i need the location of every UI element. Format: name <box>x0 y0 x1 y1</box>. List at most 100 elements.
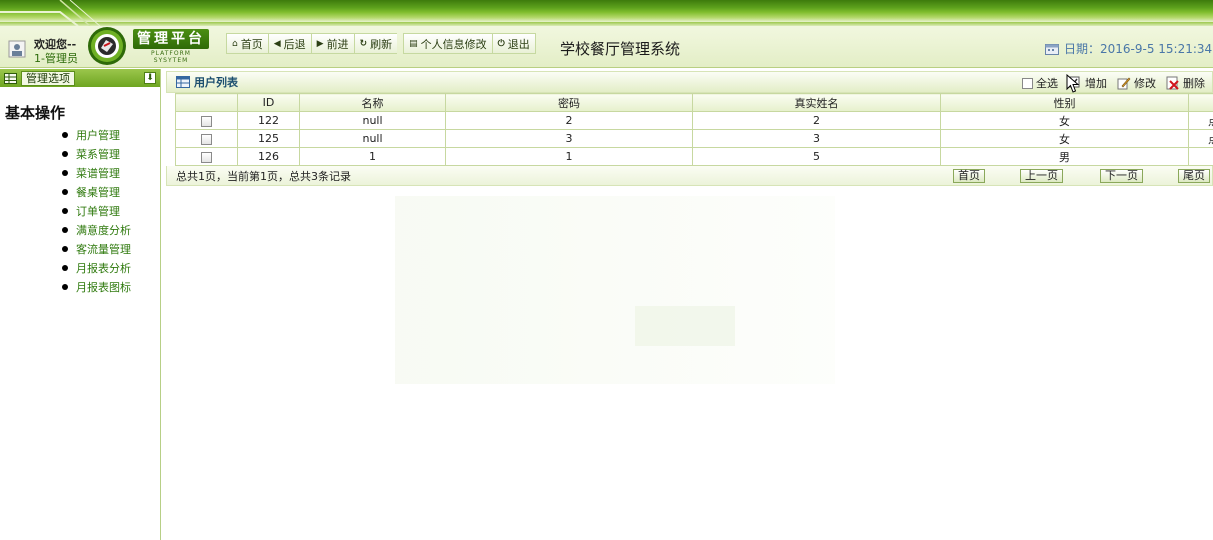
sidebar-item-user-management[interactable]: 用户管理 <box>62 125 160 144</box>
sidebar-item-order-management[interactable]: 订单管理 <box>62 201 160 220</box>
nav-forward-label: 前进 <box>326 37 349 51</box>
cell-role: 点菜人员 <box>1188 129 1213 148</box>
sidebar-item-label[interactable]: 客流量管理 <box>76 241 131 257</box>
nav-home-label: 首页 <box>240 37 263 51</box>
system-title: 学校餐厅管理系统 <box>560 40 681 58</box>
sidebar-item-label[interactable]: 订单管理 <box>76 203 120 219</box>
sidebar-tab-label[interactable]: 管理选项 <box>21 70 75 86</box>
prev-page-button[interactable]: 上一页 <box>1020 169 1063 183</box>
col-header-select <box>175 93 238 112</box>
sidebar-item-menu-management[interactable]: 菜谱管理 <box>62 163 160 182</box>
cell-role: 管理员 <box>1188 147 1213 166</box>
sidebar-item-satisfaction-analysis[interactable]: 满意度分析 <box>62 220 160 239</box>
table-row[interactable]: 126 1 1 5 男 管理员 <box>175 147 1213 166</box>
table-row[interactable]: 122 null 2 2 女 点菜人员 <box>175 111 1213 130</box>
select-all-button[interactable]: 全选 <box>1022 75 1058 91</box>
next-page-button[interactable]: 下一页 <box>1100 169 1143 183</box>
user-avatar-icon <box>8 40 26 58</box>
select-all-checkbox[interactable] <box>1022 77 1033 89</box>
sidebar-item-monthly-report[interactable]: 月报表分析 <box>62 258 160 277</box>
sidebar-item-monthly-chart[interactable]: 月报表图标 <box>62 277 160 296</box>
cell-role: 点菜人员 <box>1188 111 1213 130</box>
pagination-bar: 总共1页，当前第1页，总共3条记录 首页 上一页 下一页 尾页 <box>166 166 1213 186</box>
bullet-icon <box>62 131 68 138</box>
col-header-real-name[interactable]: 真实姓名 <box>692 93 941 112</box>
welcome-box: 欢迎您-- 1-管理员 <box>5 34 83 65</box>
nav-logout-button[interactable]: ⏻ 退出 <box>491 33 536 54</box>
nav-profile-button[interactable]: ▤ 个人信息修改 <box>403 33 492 54</box>
platform-logo: 管理平台 PLATFORM SYSYTEM <box>133 29 209 64</box>
sidebar-item-traffic-management[interactable]: 客流量管理 <box>62 239 160 258</box>
sidebar-item-label[interactable]: 月报表分析 <box>76 260 131 276</box>
header-swoosh-decoration <box>0 0 101 26</box>
sidebar-item-label[interactable]: 满意度分析 <box>76 222 131 238</box>
sidebar-item-label[interactable]: 餐桌管理 <box>76 184 120 200</box>
collapse-arrow-icon[interactable]: ⬇ <box>144 72 156 84</box>
col-header-role[interactable]: 角色 <box>1188 93 1213 112</box>
panel-toolbar: 全选 增加 修改 删除 <box>1022 75 1205 91</box>
sidebar-header: 管理选项 ⬇ <box>0 69 160 87</box>
top-nav: ⌂ 首页 ◀ 后退 ▶ 前进 ↻ 刷新 ▤ 个人信息修改 ⏻ 退出 <box>226 33 536 55</box>
table-row[interactable]: 125 null 3 3 女 点菜人员 <box>175 129 1213 148</box>
bullet-icon <box>62 207 68 214</box>
sidebar: 管理选项 ⬇ 基本操作 用户管理 菜系管理 菜谱管理 餐桌管理 订单管理 满意度… <box>0 69 161 540</box>
col-header-id[interactable]: ID <box>237 93 300 112</box>
sidebar-item-label[interactable]: 菜系管理 <box>76 146 120 162</box>
cell-real-name: 3 <box>692 129 941 148</box>
nav-refresh-button[interactable]: ↻ 刷新 <box>353 33 398 54</box>
cell-password: 2 <box>445 111 693 130</box>
add-label: 增加 <box>1085 77 1107 90</box>
top-header: 欢迎您-- 1-管理员 管理平台 PLATFORM SYSYTEM ⌂ 首页 ◀… <box>0 0 1213 68</box>
row-select-cell <box>175 147 238 166</box>
list-icon: ▤ <box>409 38 418 49</box>
sidebar-item-label[interactable]: 月报表图标 <box>76 279 131 295</box>
edit-button[interactable]: 修改 <box>1117 75 1156 91</box>
row-checkbox[interactable] <box>201 151 212 163</box>
last-page-button[interactable]: 尾页 <box>1178 169 1210 183</box>
sidebar-item-cuisine-management[interactable]: 菜系管理 <box>62 144 160 163</box>
cell-id: 125 <box>237 129 300 148</box>
bullet-icon <box>62 188 68 195</box>
nav-back-button[interactable]: ◀ 后退 <box>267 33 311 54</box>
table-header-row: ID 名称 密码 真实姓名 性别 角色 <box>175 93 1213 112</box>
sidebar-item-table-management[interactable]: 餐桌管理 <box>62 182 160 201</box>
cell-gender: 男 <box>940 147 1189 166</box>
col-header-gender[interactable]: 性别 <box>940 93 1189 112</box>
sidebar-item-label[interactable]: 用户管理 <box>76 127 120 143</box>
select-all-label: 全选 <box>1036 77 1058 90</box>
cell-password: 3 <box>445 129 693 148</box>
nav-refresh-label: 刷新 <box>370 37 393 51</box>
user-table: ID 名称 密码 真实姓名 性别 角色 122 null 2 2 女 点菜人员 … <box>175 93 1213 166</box>
first-page-button[interactable]: 首页 <box>953 169 985 183</box>
date-display: 日期：2016-9-5 15:21:34 <box>1045 40 1212 57</box>
sidebar-item-label[interactable]: 菜谱管理 <box>76 165 120 181</box>
faint-overlay-artifact <box>395 196 835 384</box>
nav-forward-button[interactable]: ▶ 前进 <box>310 33 354 54</box>
bullet-icon <box>62 150 68 157</box>
row-select-cell <box>175 129 238 148</box>
nav-home-button[interactable]: ⌂ 首页 <box>226 33 268 54</box>
home-icon: ⌂ <box>232 38 238 49</box>
row-select-cell <box>175 111 238 130</box>
cell-id: 122 <box>237 111 300 130</box>
platform-logo-icon <box>88 27 126 65</box>
panel-title-bar: 用户列表 全选 增加 修改 删除 <box>166 71 1213 93</box>
date-text: 日期：2016-9-5 15:21:34 <box>1064 42 1213 56</box>
delete-button[interactable]: 删除 <box>1166 75 1205 91</box>
power-icon: ⏻ <box>497 38 505 49</box>
logo-cn-text: 管理平台 <box>133 29 209 49</box>
edit-label: 修改 <box>1134 77 1156 90</box>
faint-overlay-inner <box>635 306 735 346</box>
pagination-info: 总共1页，当前第1页，总共3条记录 <box>176 169 351 183</box>
col-header-name[interactable]: 名称 <box>299 93 446 112</box>
header-green-stripe <box>0 0 1213 22</box>
header-light-stripe <box>0 22 1213 26</box>
row-checkbox[interactable] <box>201 115 212 127</box>
cell-real-name: 2 <box>692 111 941 130</box>
col-header-password[interactable]: 密码 <box>445 93 693 112</box>
triangle-left-icon: ◀ <box>273 38 281 49</box>
row-checkbox[interactable] <box>201 133 212 145</box>
triangle-right-icon: ▶ <box>316 38 324 49</box>
nav-logout-label: 退出 <box>507 37 530 51</box>
nav-profile-label: 个人信息修改 <box>420 37 487 51</box>
